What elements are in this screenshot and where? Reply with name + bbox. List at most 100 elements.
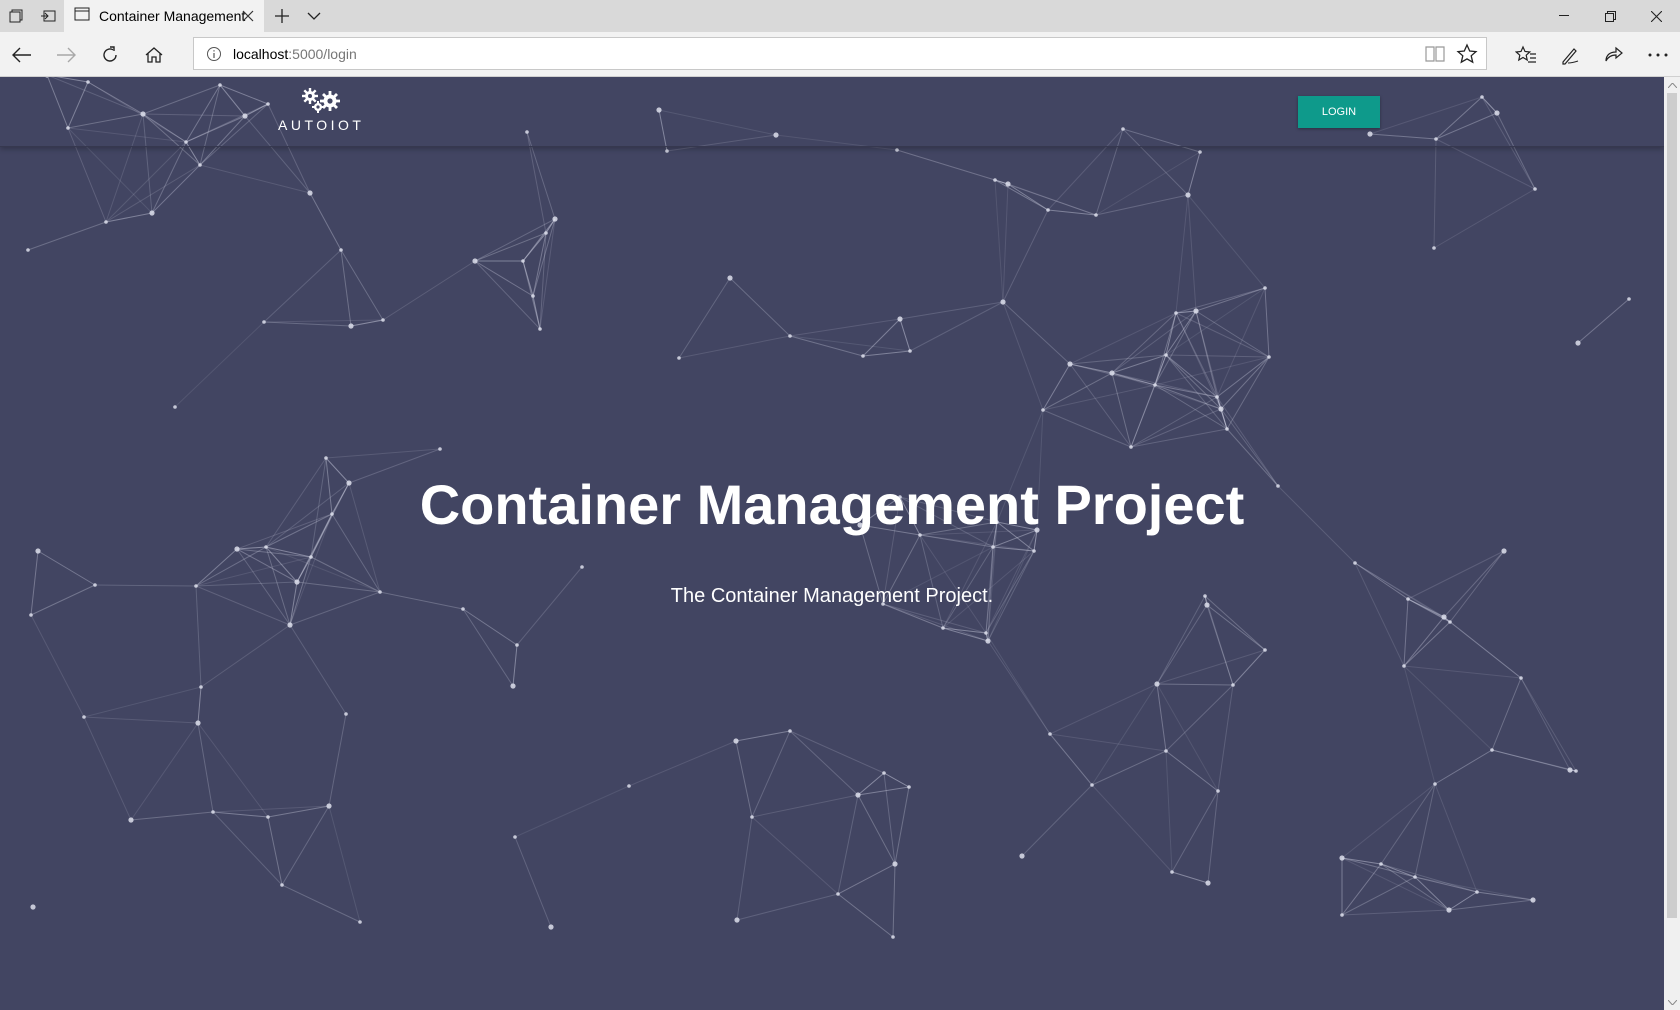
network-link (1021, 784, 1093, 857)
network-link (789, 730, 885, 774)
network-link (212, 811, 283, 886)
network-link (1042, 384, 1156, 411)
tab-container-management[interactable]: Container Management (64, 0, 264, 32)
network-link (1520, 677, 1577, 772)
new-tab-icon[interactable] (266, 0, 298, 32)
network-link (340, 249, 352, 327)
network-link (899, 318, 911, 352)
network-link (862, 318, 901, 357)
network-link (1049, 733, 1167, 752)
network-node (438, 447, 442, 451)
set-aside-tabs-icon[interactable] (32, 0, 64, 32)
network-link (200, 624, 291, 688)
network-link (281, 805, 330, 886)
network-node (1216, 789, 1220, 793)
tab-preview-chevron-icon[interactable] (298, 0, 330, 32)
network-link (328, 805, 361, 923)
tab-actions-icon[interactable] (0, 0, 32, 32)
network-node (173, 405, 177, 409)
network-link (151, 141, 187, 214)
network-node (348, 323, 354, 329)
network-node (1490, 748, 1494, 752)
network-link (83, 716, 199, 724)
share-icon[interactable] (1592, 32, 1636, 77)
network-node (1005, 181, 1011, 187)
address-bar[interactable]: localhost:5000/login (193, 37, 1487, 70)
url-text[interactable]: localhost:5000/login (233, 46, 357, 62)
network-node (1164, 749, 1168, 753)
reading-view-icon[interactable] (1424, 44, 1446, 64)
network-node (897, 316, 903, 322)
close-tab-icon[interactable] (238, 6, 258, 26)
network-link (195, 546, 267, 587)
network-node (1225, 427, 1229, 431)
close-window-icon[interactable] (1633, 0, 1679, 32)
network-node (104, 220, 108, 224)
scroll-down-arrow-icon[interactable] (1664, 994, 1680, 1010)
url-host: localhost (233, 46, 289, 62)
hero-subtitle: The Container Management Project. (670, 585, 994, 607)
network-link (1433, 138, 1437, 249)
scrollbar-thumb[interactable] (1667, 93, 1677, 918)
network-link (474, 260, 541, 330)
network-node (1067, 361, 1073, 367)
network-node (30, 904, 36, 910)
tab-title: Container Management (99, 8, 246, 24)
back-icon[interactable] (0, 32, 44, 77)
network-link (199, 164, 311, 194)
network-node (1129, 445, 1133, 449)
web-note-pen-icon[interactable] (1548, 32, 1592, 77)
network-node (882, 771, 886, 775)
network-node (358, 920, 362, 924)
network-link (1156, 683, 1234, 686)
network-node (1432, 246, 1436, 250)
network-link (27, 221, 107, 251)
network-link (1111, 310, 1197, 374)
network-node (1263, 648, 1267, 652)
network-link (678, 277, 731, 359)
network-link (736, 816, 753, 921)
login-button[interactable]: LOGIN (1298, 96, 1380, 128)
network-link (882, 603, 989, 642)
network-link (1341, 857, 1450, 911)
favorites-hub-icon[interactable] (1504, 32, 1548, 77)
minimize-icon[interactable] (1541, 0, 1587, 32)
network-link (1341, 876, 1416, 916)
restore-icon[interactable] (1587, 0, 1633, 32)
network-link (130, 811, 214, 821)
network-link (1226, 356, 1270, 430)
network-link (857, 794, 896, 865)
network-node (264, 545, 268, 549)
refresh-icon[interactable] (88, 32, 132, 77)
network-link (1156, 683, 1167, 752)
network-node (287, 622, 293, 628)
network-link (532, 295, 541, 330)
network-link (83, 686, 202, 718)
network-node (513, 835, 517, 839)
favorite-star-icon[interactable] (1456, 43, 1478, 65)
network-node (734, 917, 740, 923)
home-icon[interactable] (132, 32, 176, 77)
url-path: :5000/login (288, 46, 357, 62)
network-link (919, 534, 944, 629)
network-link (263, 249, 342, 323)
network-link (735, 740, 753, 818)
network-node (908, 349, 912, 353)
page-scrollbar[interactable] (1664, 77, 1680, 1010)
network-link (1171, 790, 1219, 873)
network-link (1154, 312, 1177, 386)
info-icon[interactable] (206, 46, 222, 62)
network-link (1414, 876, 1534, 901)
autoiot-logo[interactable]: AUTOIOT (278, 87, 364, 133)
scroll-up-arrow-icon[interactable] (1664, 77, 1680, 93)
network-link (1002, 183, 1009, 303)
network-link (1187, 194, 1266, 289)
forward-icon[interactable] (44, 32, 88, 77)
more-options-icon[interactable] (1636, 32, 1680, 77)
network-link (1220, 356, 1270, 410)
network-link (474, 232, 547, 262)
network-link (1491, 749, 1577, 772)
network-node (1205, 880, 1211, 886)
network-link (83, 716, 132, 821)
network-node (733, 738, 739, 744)
